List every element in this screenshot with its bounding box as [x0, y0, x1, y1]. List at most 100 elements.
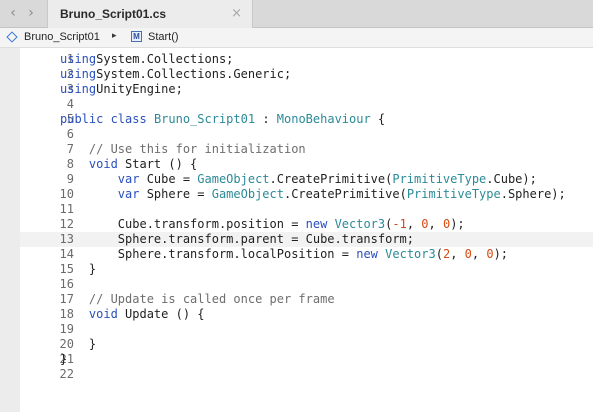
- code-text: Cube.transform.position = new Vector3(-1…: [60, 217, 465, 232]
- forward-arrow-icon[interactable]: ›: [22, 5, 40, 21]
- code-token: .Cube);: [486, 172, 537, 186]
- code-line[interactable]: 3 usingUnityEngine;: [20, 82, 593, 97]
- code-line[interactable]: 13 Sphere.transform.parent = Cube.transf…: [20, 232, 593, 247]
- code-line[interactable]: 20 }: [20, 337, 593, 352]
- line-number: 16: [59, 277, 74, 291]
- code-token: var: [117, 172, 140, 186]
- code-text: usingUnityEngine;: [60, 82, 183, 97]
- code-token: Bruno_Script01: [153, 112, 256, 126]
- code-token: Sphere =: [139, 187, 212, 201]
- code-line[interactable]: 15 }: [20, 262, 593, 277]
- code-text: }: [60, 262, 96, 277]
- code-text: // Use this for initialization: [60, 142, 306, 157]
- code-line[interactable]: 11: [20, 202, 593, 217]
- left-margin: [0, 48, 20, 412]
- code-token: :: [255, 112, 277, 126]
- code-token: void: [88, 307, 118, 321]
- code-token: Sphere.transform.localPosition =: [60, 247, 357, 261]
- code-editor[interactable]: 1 usingSystem.Collections; 2 usingSystem.Co…: [20, 48, 593, 412]
- code-text: public class Bruno_Script01 : MonoBehavi…: [60, 112, 385, 127]
- back-arrow-icon[interactable]: ‹: [4, 5, 22, 21]
- breadcrumb-class[interactable]: Bruno_Script01: [24, 31, 100, 43]
- code-token: new: [356, 247, 378, 261]
- code-token: Start () {: [117, 157, 198, 171]
- method-icon: M: [131, 31, 142, 42]
- code-line[interactable]: 14 Sphere.transform.localPosition = new …: [20, 247, 593, 262]
- code-line[interactable]: 10 var Sphere = GameObject.CreatePrimiti…: [20, 187, 593, 202]
- code-token: var: [117, 187, 140, 201]
- code-line[interactable]: 16: [20, 277, 593, 292]
- tab-bruno-script01[interactable]: Bruno_Script01.cs ×: [47, 0, 253, 28]
- code-line[interactable]: 19: [20, 322, 593, 337]
- code-token: // Use this for initialization: [88, 142, 306, 156]
- code-token: Sphere.transform.parent = Cube.transform…: [60, 232, 415, 246]
- breadcrumb-method[interactable]: Start(): [148, 31, 179, 43]
- code-token: }: [60, 262, 97, 276]
- line-number: 4: [66, 97, 74, 111]
- code-token: ,: [471, 247, 487, 261]
- code-token: {: [370, 112, 386, 126]
- code-token: );: [493, 247, 509, 261]
- tab-title: Bruno_Script01.cs: [60, 7, 167, 21]
- code-token: PrimitiveType: [392, 172, 487, 186]
- code-text: Sphere.transform.parent = Cube.transform…: [60, 232, 414, 247]
- code-token: public class: [60, 112, 147, 126]
- code-token: void: [88, 157, 118, 171]
- code-token: System.Collections;: [96, 52, 234, 66]
- code-token: Vector3: [385, 247, 436, 261]
- code-line[interactable]: 22: [20, 367, 593, 382]
- class-icon: [6, 31, 18, 43]
- code-text: var Cube = GameObject.CreatePrimitive(Pr…: [60, 172, 537, 187]
- code-token: using: [60, 82, 97, 96]
- code-token: MonoBehaviour: [276, 112, 371, 126]
- code-token: using: [60, 52, 97, 66]
- code-token: ,: [406, 217, 422, 231]
- code-line[interactable]: 8 void Start () {: [20, 157, 593, 172]
- code-line[interactable]: 9 var Cube = GameObject.CreatePrimitive(…: [20, 172, 593, 187]
- code-text: }: [60, 337, 96, 352]
- code-line[interactable]: 18 void Update () {: [20, 307, 593, 322]
- code-line[interactable]: 12 Cube.transform.position = new Vector3…: [20, 217, 593, 232]
- code-line[interactable]: 21}: [20, 352, 593, 367]
- code-line[interactable]: 1 usingSystem.Collections;: [20, 52, 593, 67]
- code-token: .CreatePrimitive(: [269, 172, 393, 186]
- breadcrumb-separator-icon: ▸: [112, 31, 117, 41]
- code-token: PrimitiveType: [406, 187, 501, 201]
- code-token: .Sphere);: [500, 187, 566, 201]
- code-token: 0: [421, 217, 429, 231]
- code-text: }: [60, 352, 67, 367]
- code-token: Vector3: [334, 217, 386, 231]
- code-token: // Update is called once per frame: [88, 292, 335, 306]
- code-text: void Update () {: [60, 307, 205, 322]
- code-line[interactable]: 5 public class Bruno_Script01 : MonoBehav…: [20, 112, 593, 127]
- line-number: 22: [59, 367, 74, 381]
- code-token: ,: [428, 217, 443, 231]
- close-icon[interactable]: ×: [231, 6, 242, 21]
- code-line[interactable]: 17 // Update is called once per frame: [20, 292, 593, 307]
- code-token: GameObject: [197, 172, 270, 186]
- line-number: 11: [59, 202, 74, 216]
- code-token: new: [305, 217, 328, 231]
- code-text: usingSystem.Collections;: [60, 52, 233, 67]
- code-line[interactable]: 2 usingSystem.Collections.Generic;: [20, 67, 593, 82]
- code-line[interactable]: 7 // Use this for initialization: [20, 142, 593, 157]
- code-text: void Start () {: [60, 157, 197, 172]
- code-text: usingSystem.Collections.Generic;: [60, 67, 291, 82]
- code-token: Update () {: [117, 307, 205, 321]
- code-token: }: [60, 337, 97, 351]
- code-token: System.Collections.Generic;: [96, 67, 292, 81]
- code-token: Cube =: [139, 172, 198, 186]
- code-token: (: [435, 247, 443, 261]
- code-token: ,: [450, 247, 465, 261]
- line-number: 19: [59, 322, 74, 336]
- code-line[interactable]: 6: [20, 127, 593, 142]
- code-line[interactable]: 4: [20, 97, 593, 112]
- code-token: .CreatePrimitive(: [283, 187, 407, 201]
